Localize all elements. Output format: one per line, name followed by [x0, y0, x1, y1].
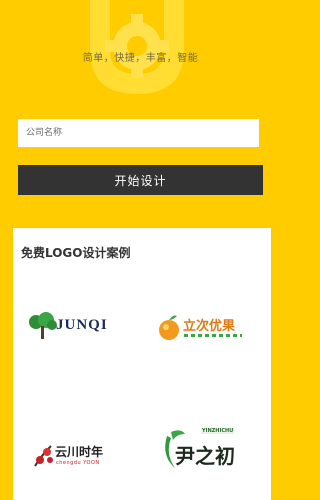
page: 简单，快捷，丰富，智能 开始设计 免费LOGO设计案例 JUNQI 立次优果: [0, 0, 281, 500]
gear-logo-icon: [90, 0, 184, 94]
logo-subtext: chengdu YOON: [56, 460, 100, 466]
hero-banner: 简单，快捷，丰富，智能: [0, 0, 281, 110]
tree-icon: [29, 312, 57, 339]
case-logo-fruit[interactable]: 立次优果: [157, 312, 252, 346]
case-logo-yunchuan[interactable]: 云川时年 chengdu YOON: [33, 440, 133, 470]
logo-subtext-bar: [184, 334, 242, 337]
logo-text: 尹之初: [175, 444, 235, 468]
company-name-input[interactable]: [18, 119, 259, 147]
section-title: 免费LOGO设计案例: [21, 246, 131, 260]
plum-blossom-icon: [34, 445, 53, 467]
logo-cases-section: 免费LOGO设计案例 JUNQI 立次优果 云川时年 chengdu YOON …: [13, 228, 271, 500]
logo-subtext: YINZHICHU: [201, 428, 235, 434]
logo-text: 立次优果: [183, 319, 236, 334]
slogan: 简单，快捷，丰富，智能: [82, 53, 199, 64]
start-design-button[interactable]: 开始设计: [18, 165, 263, 195]
fruit-icon: [159, 315, 179, 340]
case-logo-junqi[interactable]: JUNQI: [28, 312, 123, 340]
logo-text: 云川时年: [55, 445, 104, 459]
logo-text: JUNQI: [56, 317, 108, 333]
case-logo-yinzhichu[interactable]: YINZHICHU 尹之初: [161, 426, 256, 474]
